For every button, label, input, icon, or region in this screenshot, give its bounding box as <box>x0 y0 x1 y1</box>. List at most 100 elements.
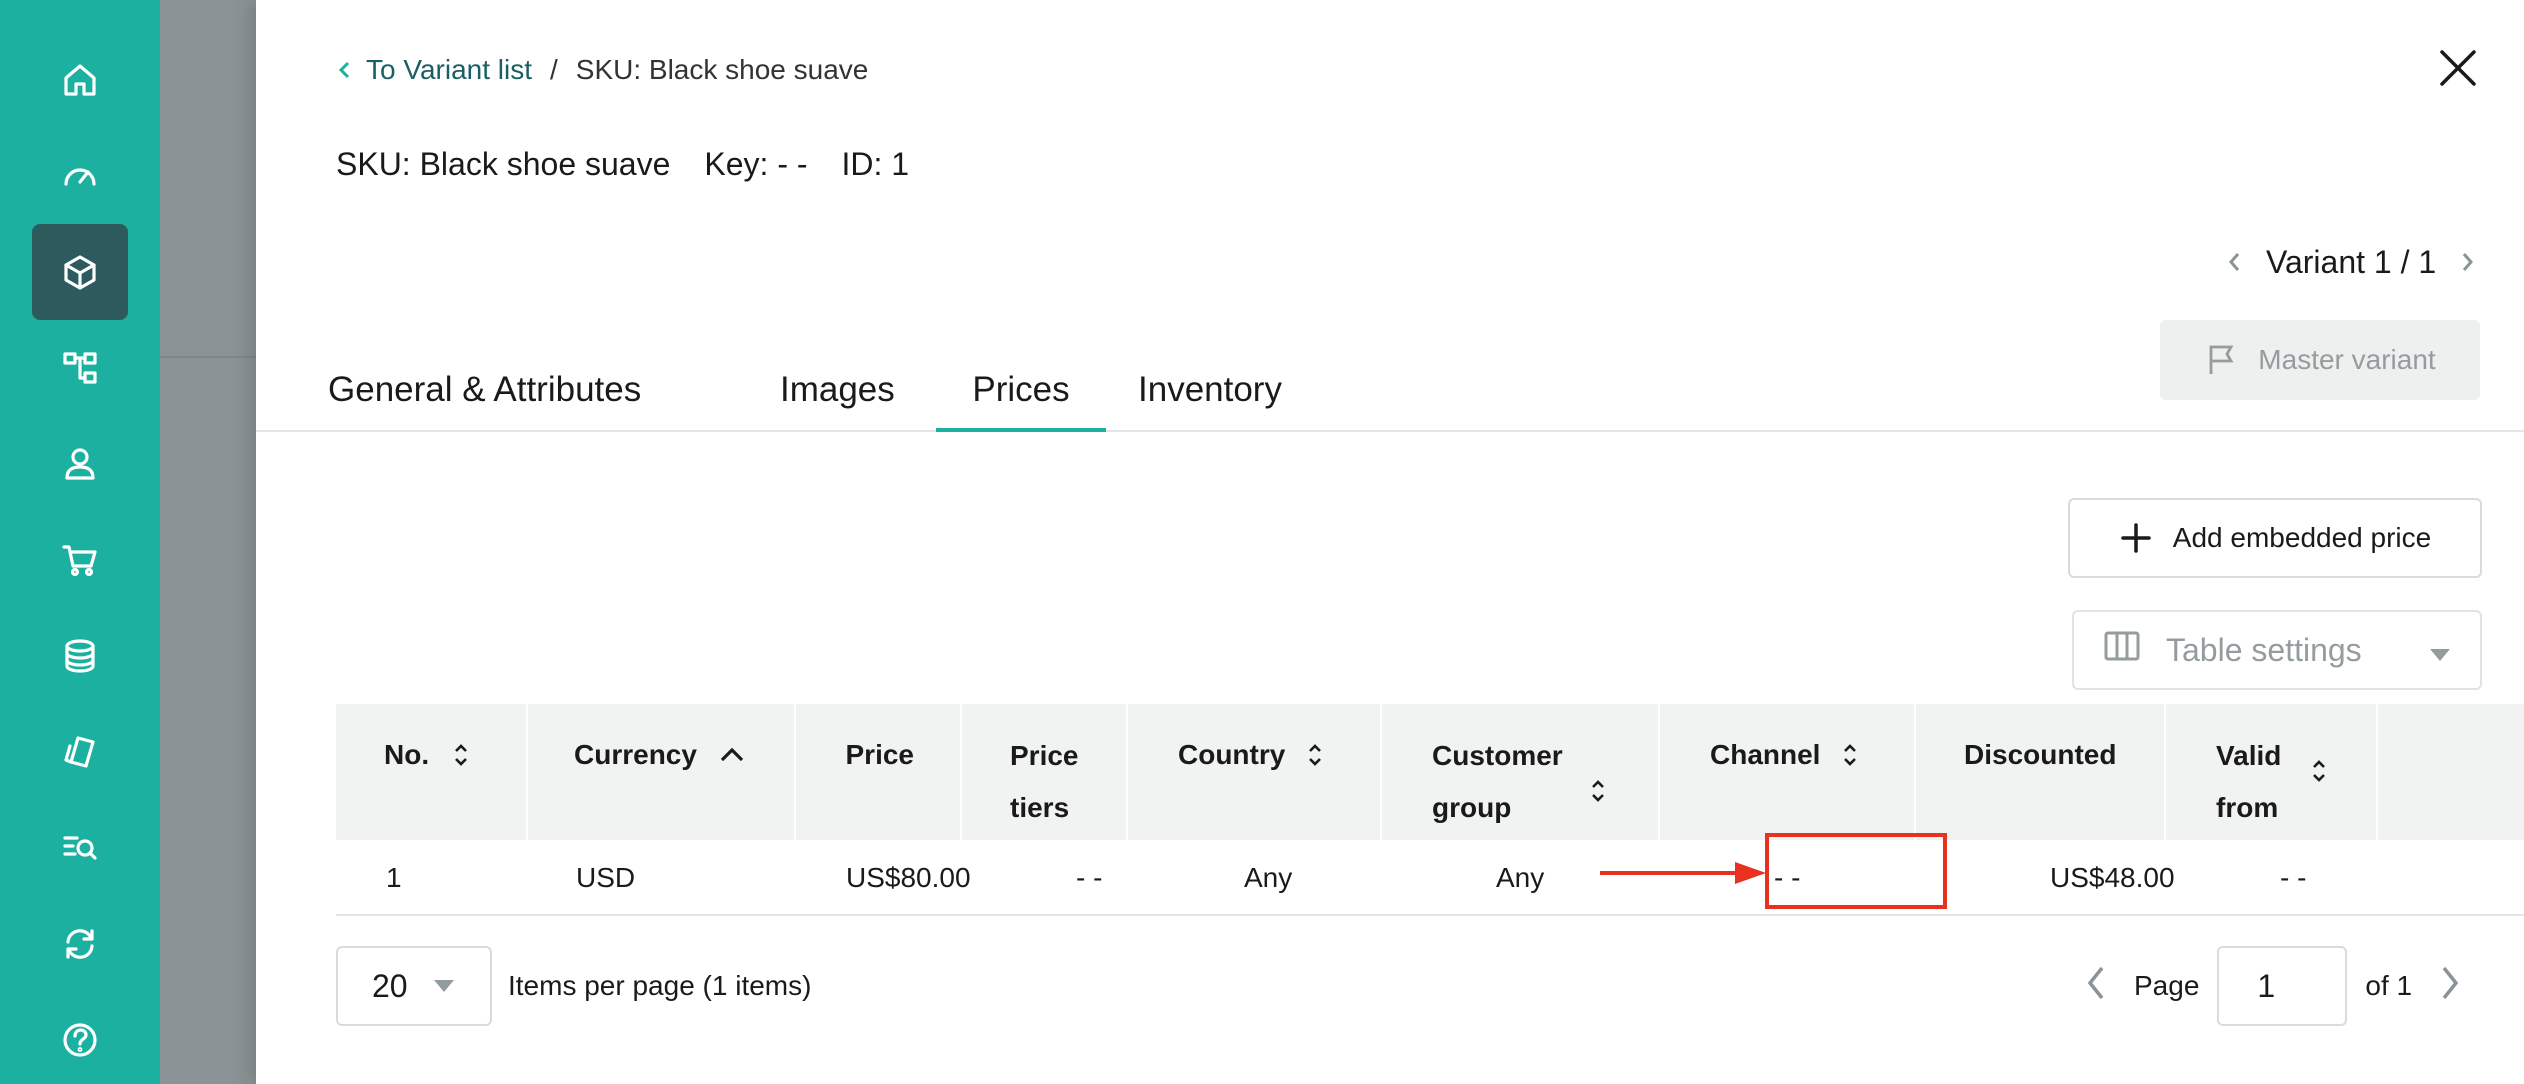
column-label: Customer <box>1432 740 1563 771</box>
caret-down-icon <box>433 980 454 992</box>
customers-icon[interactable] <box>32 416 128 512</box>
back-link-label: To Variant list <box>366 54 532 85</box>
tab-prices[interactable]: Prices <box>936 370 1106 432</box>
column-label: Country <box>1178 739 1286 770</box>
breadcrumb-current: SKU: Black shoe suave <box>575 54 869 85</box>
column-header-channel[interactable]: Channel <box>1660 704 1914 840</box>
dashboard-icon[interactable] <box>32 128 128 224</box>
chevron-left-icon <box>2087 966 2104 999</box>
caret-down-icon <box>2430 632 2450 669</box>
table-header: No. Currency Price Price tiers Country C… <box>336 704 2524 840</box>
background-divider <box>160 356 256 358</box>
sort-icon <box>1590 780 1606 811</box>
page-label: Page <box>2134 970 2200 1001</box>
tab-general-attributes[interactable]: General & Attributes <box>328 370 641 432</box>
chevron-left-icon <box>338 61 350 79</box>
home-icon[interactable] <box>32 32 128 128</box>
column-label-line-2: tiers <box>1010 792 1070 823</box>
column-label: Discounted <box>1964 739 2117 770</box>
column-header-more <box>2378 704 2524 840</box>
orders-icon[interactable] <box>32 512 128 608</box>
column-label: Price <box>1010 740 1079 771</box>
discounts-icon[interactable] <box>32 608 128 704</box>
column-label: No. <box>384 739 430 770</box>
items-per-page-select[interactable]: 20 <box>336 946 492 1026</box>
variant-detail-modal: To Variant list / SKU: Black shoe suave … <box>256 0 2524 1084</box>
columns-icon <box>2104 630 2140 670</box>
column-label: Valid <box>2216 740 2282 771</box>
content-icon[interactable] <box>32 704 128 800</box>
sort-icon <box>1842 744 1858 775</box>
column-header-country[interactable]: Country <box>1128 704 1380 840</box>
page-number-input[interactable]: 1 <box>2217 946 2348 1026</box>
variant-id: ID: 1 <box>841 146 910 182</box>
close-icon <box>2440 50 2476 86</box>
variant-sku: SKU: Black shoe suave <box>336 146 671 182</box>
table-settings-dropdown[interactable]: Table settings <box>2072 610 2482 690</box>
next-page-button[interactable] <box>2440 965 2460 1008</box>
search-icon[interactable] <box>32 800 128 896</box>
table-row[interactable]: 1 USD US$80.00 - - Any Any - - US$48.00 … <box>336 840 2524 916</box>
column-label: Currency <box>574 739 697 770</box>
add-embedded-price-label: Add embedded price <box>2172 522 2432 553</box>
chevron-left-icon <box>2229 252 2240 271</box>
items-per-page-value: 20 <box>372 967 408 1004</box>
column-header-currency[interactable]: Currency <box>528 704 794 840</box>
column-header-price-tiers[interactable]: Price tiers <box>962 704 1126 840</box>
column-header-price[interactable]: Price <box>796 704 960 840</box>
breadcrumb-separator: / <box>550 54 558 85</box>
back-to-variant-list-link[interactable]: To Variant list <box>336 54 532 86</box>
tab-images[interactable]: Images <box>780 370 895 432</box>
column-label-line-2: from <box>2216 792 2279 823</box>
products-icon[interactable] <box>32 224 128 320</box>
cell-currency: USD <box>576 862 636 893</box>
page-of-label: of 1 <box>2365 970 2413 1001</box>
previous-page-button[interactable] <box>2086 965 2106 1008</box>
column-header-valid-from[interactable]: Valid from <box>2166 704 2376 840</box>
column-label-line-2: group <box>1432 792 1512 823</box>
previous-variant-button[interactable] <box>2226 244 2244 281</box>
variant-tabs: General & Attributes Images Prices Inven… <box>256 364 2524 432</box>
chevron-right-icon <box>2442 966 2459 999</box>
sort-icon <box>1307 744 1323 775</box>
cell-price-tiers: - - <box>1076 862 1103 893</box>
cell-customer-group: Any <box>1496 862 1545 893</box>
annotation-highlight-box <box>1765 833 1947 909</box>
help-icon[interactable] <box>32 992 128 1084</box>
next-variant-button[interactable] <box>2458 244 2476 281</box>
close-button[interactable] <box>2436 46 2480 90</box>
add-embedded-price-button[interactable]: Add embedded price <box>2068 498 2482 578</box>
sort-icon <box>453 744 469 775</box>
column-label: Channel <box>1710 739 1821 770</box>
cell-no: 1 <box>386 862 402 893</box>
cell-country: Any <box>1244 862 1293 893</box>
tab-label: Inventory <box>1138 370 1282 409</box>
operations-icon[interactable] <box>32 896 128 992</box>
pagination: Page 1 of 1 <box>2086 946 2460 1026</box>
items-per-page-label: Items per page (1 items) <box>508 970 812 1001</box>
sort-ascending-icon <box>719 738 745 769</box>
sort-icon <box>2311 760 2327 791</box>
background-page <box>160 0 256 1084</box>
cell-price: US$80.00 <box>846 862 971 893</box>
tab-label: Prices <box>972 370 1070 409</box>
prices-table: No. Currency Price Price tiers Country C… <box>336 704 2524 916</box>
chevron-right-icon <box>2463 252 2474 271</box>
main-navigation <box>0 0 160 1084</box>
tab-label: General & Attributes <box>328 370 642 409</box>
table-settings-label: Table settings <box>2166 631 2362 668</box>
plus-icon <box>2121 523 2151 553</box>
tab-inventory[interactable]: Inventory <box>1138 370 1282 432</box>
variant-title: SKU: Black shoe suave Key: - - ID: 1 <box>336 146 909 183</box>
column-header-discounted[interactable]: Discounted <box>1916 704 2164 840</box>
cell-valid-from: - - <box>2280 862 2307 893</box>
cell-discounted: US$48.00 <box>2050 862 2175 893</box>
column-header-no[interactable]: No. <box>336 704 526 840</box>
variant-key: Key: - - <box>704 146 808 182</box>
annotation-arrow <box>1600 862 1766 884</box>
breadcrumb: To Variant list / SKU: Black shoe suave <box>336 52 868 88</box>
variant-navigator: Variant 1 / 1 <box>2226 240 2476 284</box>
categories-icon[interactable] <box>32 320 128 416</box>
column-label: Price <box>845 739 915 770</box>
column-header-customer-group[interactable]: Customer group <box>1382 704 1658 840</box>
